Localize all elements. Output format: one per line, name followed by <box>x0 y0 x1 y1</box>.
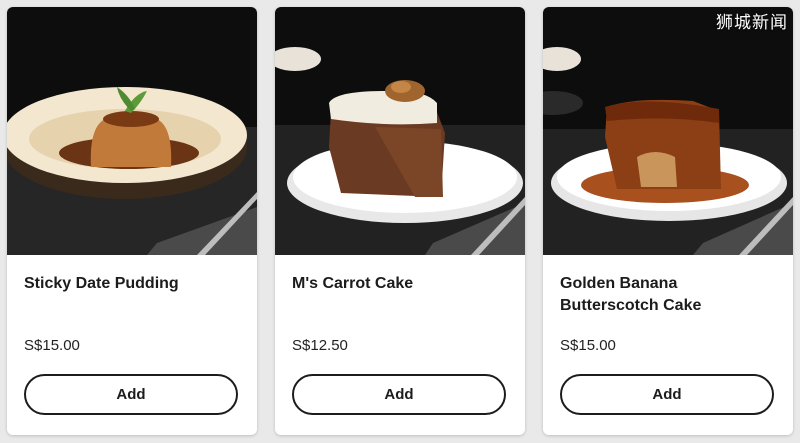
product-card-carrot-cake[interactable]: M's Carrot Cake S$12.50 Add <box>275 7 525 435</box>
add-button[interactable]: Add <box>24 374 238 415</box>
product-price: S$12.50 <box>292 337 348 354</box>
product-image-sticky-date-pudding <box>7 7 257 255</box>
product-price: S$15.00 <box>24 337 80 354</box>
product-image-carrot-cake <box>275 7 525 255</box>
add-button[interactable]: Add <box>292 374 506 415</box>
product-name: M's Carrot Cake <box>292 275 414 292</box>
watermark: 狮城新闻 <box>716 13 788 33</box>
product-image-golden-banana-butterscotch-cake <box>543 7 793 255</box>
add-button[interactable]: Add <box>560 374 774 415</box>
product-name: Sticky Date Pudding <box>24 275 179 292</box>
product-name: Golden Banana Butterscotch Cake <box>560 275 702 314</box>
product-price: S$15.00 <box>560 337 616 354</box>
product-card-golden-banana-butterscotch-cake[interactable]: Golden Banana Butterscotch Cake S$15.00 … <box>543 7 793 435</box>
product-card-sticky-date-pudding[interactable]: Sticky Date Pudding S$15.00 Add <box>7 7 257 435</box>
